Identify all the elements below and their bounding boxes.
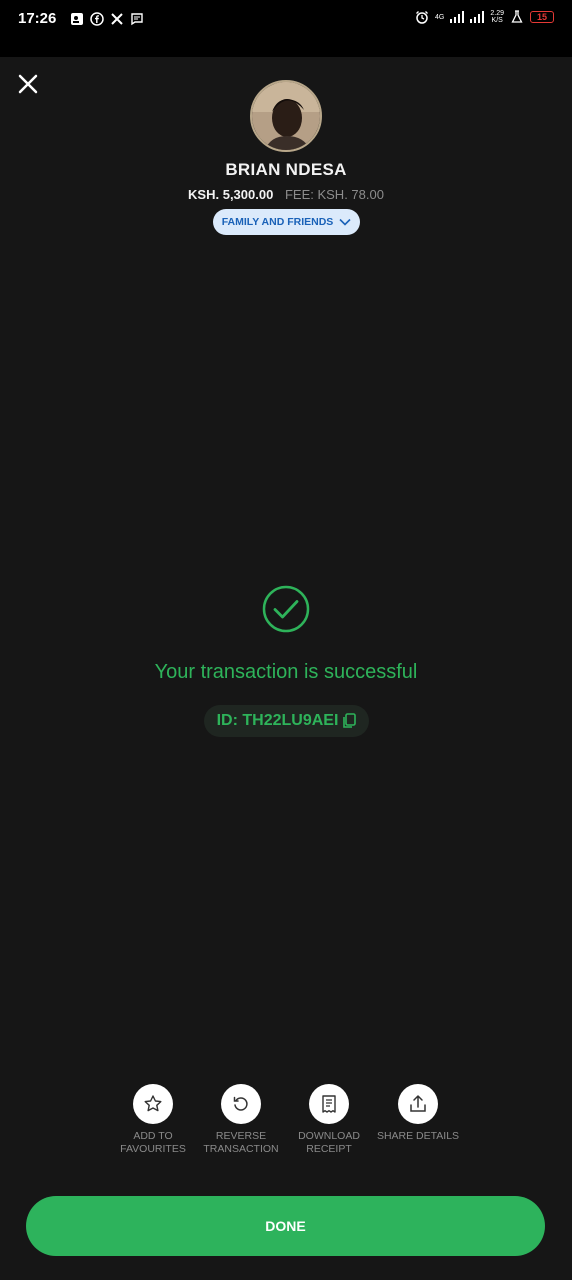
- status-right: 4G 2.29 K/S 15: [415, 10, 554, 24]
- status-time: 17:26: [18, 10, 57, 27]
- transaction-amount: KSH. 5,300.00: [188, 187, 274, 202]
- share-details-button[interactable]: SHARE DETAILS: [373, 1084, 463, 1143]
- download-receipt-button[interactable]: DOWNLOAD RECEIPT: [284, 1084, 374, 1156]
- x-icon: [110, 12, 124, 26]
- message-icon: [130, 12, 144, 26]
- action-label: SHARE DETAILS: [376, 1130, 460, 1142]
- add-to-favourites-button[interactable]: ADD TO FAVOURITES: [108, 1084, 198, 1156]
- action-circle[interactable]: [221, 1084, 261, 1124]
- transaction-id: ID: TH22LU9AEI: [216, 712, 339, 729]
- action-label: ADD TO FAVOURITES: [120, 1130, 186, 1155]
- reverse-icon: [233, 1096, 248, 1111]
- category-dropdown[interactable]: FAMILY AND FRIENDS: [213, 209, 360, 235]
- status-bar: 17:26 4G 2.29 K/S 15: [0, 0, 572, 57]
- contact-card-icon: [70, 12, 84, 26]
- transaction-id-chip[interactable]: ID: TH22LU9AEI: [204, 705, 369, 737]
- receipt-icon: [322, 1095, 336, 1113]
- close-button[interactable]: [14, 70, 42, 98]
- reverse-transaction-button[interactable]: REVERSE TRANSACTION: [196, 1084, 286, 1156]
- action-circle[interactable]: [309, 1084, 349, 1124]
- network-type: 4G: [435, 13, 445, 21]
- status-left: 17:26: [18, 10, 144, 27]
- action-label: REVERSE TRANSACTION: [203, 1130, 279, 1155]
- done-button[interactable]: DONE: [26, 1196, 545, 1256]
- success-message: Your transaction is successful: [154, 661, 418, 683]
- signal-icon: [450, 10, 465, 24]
- action-circle[interactable]: [398, 1084, 438, 1124]
- action-circle[interactable]: [133, 1084, 173, 1124]
- flask-icon: [510, 10, 524, 24]
- close-icon: [18, 74, 38, 94]
- star-icon: [144, 1095, 162, 1112]
- signal-icon-2: [470, 10, 485, 24]
- recipient-name: BRIAN NDESA: [225, 160, 347, 179]
- copy-icon[interactable]: [342, 713, 357, 729]
- net-speed-unit: K/S: [491, 17, 503, 24]
- battery-indicator: 15: [530, 11, 554, 23]
- chevron-down-icon: [339, 218, 351, 226]
- action-bar: ADD TO FAVOURITES REVERSE TRANSACTION DO…: [0, 1084, 572, 1164]
- share-icon: [410, 1095, 426, 1112]
- action-label: DOWNLOAD RECEIPT: [298, 1130, 360, 1155]
- amount-row: KSH. 5,300.00 FEE: KSH. 78.00: [0, 187, 572, 202]
- net-speed-value: 2.29: [490, 10, 504, 17]
- transaction-fee: FEE: KSH. 78.00: [284, 187, 384, 202]
- success-check-icon: [262, 585, 310, 633]
- alarm-icon: [415, 10, 429, 24]
- net-speed: 2.29 K/S: [490, 10, 504, 24]
- facebook-icon: [90, 11, 105, 26]
- category-label: FAMILY AND FRIENDS: [221, 216, 334, 228]
- recipient-avatar: [250, 80, 322, 152]
